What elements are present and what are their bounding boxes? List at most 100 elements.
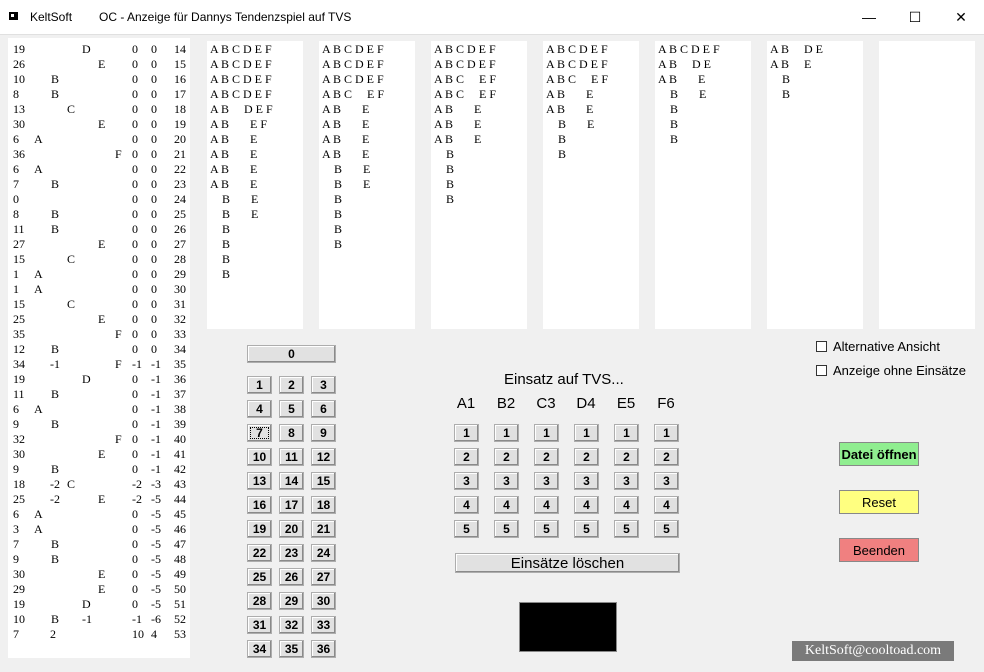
number-button-21[interactable]: 21	[311, 520, 336, 538]
no-bets-view-checkbox[interactable]	[816, 365, 827, 376]
number-button-2[interactable]: 2	[279, 376, 304, 394]
history-c1: 0	[132, 42, 138, 56]
bet-A1-1[interactable]: 1	[454, 424, 479, 442]
number-button-32[interactable]: 32	[279, 616, 304, 634]
number-button-10[interactable]: 10	[247, 448, 272, 466]
number-button-15[interactable]: 15	[311, 472, 336, 490]
number-button-19[interactable]: 19	[247, 520, 272, 538]
number-button-36[interactable]: 36	[311, 640, 336, 658]
history-row: 27 E 0 0 27	[8, 237, 190, 252]
tendency-row: B	[434, 192, 455, 206]
alt-view-checkbox[interactable]	[816, 341, 827, 352]
number-button-34[interactable]: 34	[247, 640, 272, 658]
history-n: 47	[174, 537, 186, 551]
bet-E5-1[interactable]: 1	[614, 424, 639, 442]
maximize-button[interactable]: ☐	[892, 0, 938, 34]
number-button-26[interactable]: 26	[279, 568, 304, 586]
number-button-17[interactable]: 17	[279, 496, 304, 514]
reset-button[interactable]: Reset	[839, 490, 919, 514]
number-button-9[interactable]: 9	[311, 424, 336, 442]
bet-F6-2[interactable]: 2	[654, 448, 679, 466]
bet-E5-5[interactable]: 5	[614, 520, 639, 538]
number-button-5[interactable]: 5	[279, 400, 304, 418]
history-row: 9 B 0 -1 42	[8, 462, 190, 477]
number-button-29[interactable]: 29	[279, 592, 304, 610]
number-button-1[interactable]: 1	[247, 376, 272, 394]
bet-B2-5[interactable]: 5	[494, 520, 519, 538]
history-n: 15	[174, 57, 186, 71]
history-c2: 0	[151, 57, 157, 71]
bet-A1-3[interactable]: 3	[454, 472, 479, 490]
history-letter: F	[115, 147, 122, 161]
bet-D4-4[interactable]: 4	[574, 496, 599, 514]
bet-C3-3[interactable]: 3	[534, 472, 559, 490]
number-button-18[interactable]: 18	[311, 496, 336, 514]
bet-A1-2[interactable]: 2	[454, 448, 479, 466]
quit-button[interactable]: Beenden	[839, 538, 919, 562]
alt-view-label: Alternative Ansicht	[833, 339, 940, 354]
history-letter: B	[51, 387, 60, 401]
bet-D4-5[interactable]: 5	[574, 520, 599, 538]
number-button-4[interactable]: 4	[247, 400, 272, 418]
history-row: 13 C 0 0 18	[8, 102, 190, 117]
number-button-14[interactable]: 14	[279, 472, 304, 490]
bet-C3-5[interactable]: 5	[534, 520, 559, 538]
bet-D4-2[interactable]: 2	[574, 448, 599, 466]
number-button-3[interactable]: 3	[311, 376, 336, 394]
number-button-8[interactable]: 8	[279, 424, 304, 442]
number-button-20[interactable]: 20	[279, 520, 304, 538]
bet-column-C3: C3	[536, 395, 556, 412]
number-button-27[interactable]: 27	[311, 568, 336, 586]
bet-A1-4[interactable]: 4	[454, 496, 479, 514]
number-button-28[interactable]: 28	[247, 592, 272, 610]
open-file-button[interactable]: Datei öffnen	[839, 442, 919, 466]
bet-B2-4[interactable]: 4	[494, 496, 519, 514]
history-c2: -5	[151, 507, 161, 521]
bet-F6-4[interactable]: 4	[654, 496, 679, 514]
tendency-row: B	[434, 177, 455, 191]
history-letter: A	[34, 162, 43, 176]
bet-C3-4[interactable]: 4	[534, 496, 559, 514]
number-button-13[interactable]: 13	[247, 472, 272, 490]
minimize-button[interactable]: —	[846, 0, 892, 34]
history-c1: 0	[132, 507, 138, 521]
history-c1: 0	[132, 582, 138, 596]
number-button-25[interactable]: 25	[247, 568, 272, 586]
number-button-24[interactable]: 24	[311, 544, 336, 562]
number-button-11[interactable]: 11	[279, 448, 304, 466]
close-button[interactable]: ✕	[938, 0, 984, 34]
history-n: 24	[174, 192, 186, 206]
bet-E5-2[interactable]: 2	[614, 448, 639, 466]
spin-history-list[interactable]: 19 D 0 0 14 26 E 0 0 15 10 B 0 0 16 8 B 0 0 17 13 C 0 0 18 30 E 0 0 1…	[8, 38, 190, 658]
bet-C3-1[interactable]: 1	[534, 424, 559, 442]
bet-F6-3[interactable]: 3	[654, 472, 679, 490]
bet-F6-5[interactable]: 5	[654, 520, 679, 538]
bet-C3-2[interactable]: 2	[534, 448, 559, 466]
number-button-31[interactable]: 31	[247, 616, 272, 634]
history-x: -2	[50, 492, 60, 506]
history-n: 52	[174, 612, 186, 626]
number-button-7[interactable]: 7	[247, 424, 272, 442]
bet-B2-1[interactable]: 1	[494, 424, 519, 442]
number-button-0[interactable]: 0	[247, 345, 336, 363]
history-c1: 0	[132, 282, 138, 296]
bet-D4-3[interactable]: 3	[574, 472, 599, 490]
number-button-12[interactable]: 12	[311, 448, 336, 466]
bet-F6-1[interactable]: 1	[654, 424, 679, 442]
bet-E5-4[interactable]: 4	[614, 496, 639, 514]
bet-B2-3[interactable]: 3	[494, 472, 519, 490]
history-a: 15	[13, 252, 25, 266]
clear-bets-button[interactable]: Einsätze löschen	[455, 553, 680, 573]
number-button-35[interactable]: 35	[279, 640, 304, 658]
number-button-6[interactable]: 6	[311, 400, 336, 418]
bet-B2-2[interactable]: 2	[494, 448, 519, 466]
bet-E5-3[interactable]: 3	[614, 472, 639, 490]
number-button-23[interactable]: 23	[279, 544, 304, 562]
bet-D4-1[interactable]: 1	[574, 424, 599, 442]
number-button-22[interactable]: 22	[247, 544, 272, 562]
number-button-33[interactable]: 33	[311, 616, 336, 634]
history-c1: 0	[132, 177, 138, 191]
bet-A1-5[interactable]: 5	[454, 520, 479, 538]
number-button-16[interactable]: 16	[247, 496, 272, 514]
number-button-30[interactable]: 30	[311, 592, 336, 610]
